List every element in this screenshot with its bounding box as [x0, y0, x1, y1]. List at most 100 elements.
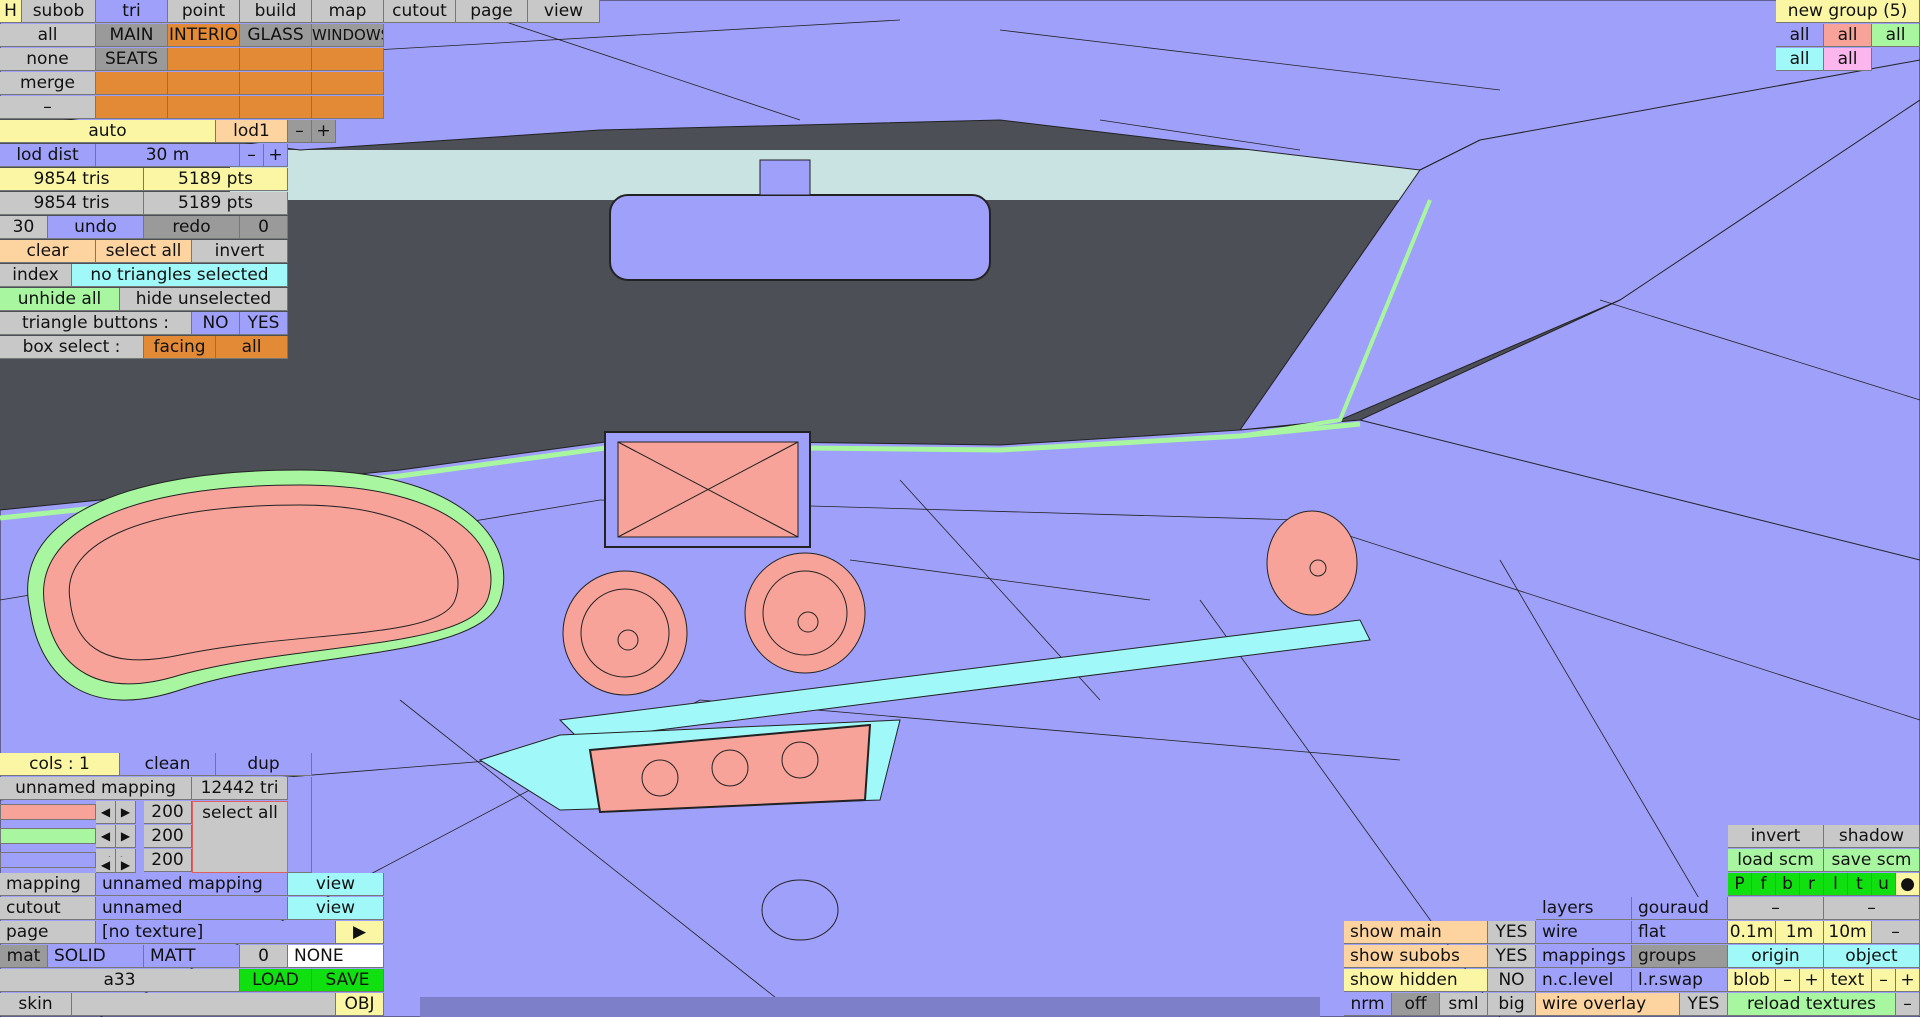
green-value[interactable]: 200: [144, 825, 192, 848]
lod-level[interactable]: lod1: [216, 120, 288, 143]
mappings-button[interactable]: mappings: [1536, 945, 1632, 968]
group-slot[interactable]: [240, 48, 312, 71]
play-icon[interactable]: ▶: [336, 921, 384, 944]
off-size-button[interactable]: off: [1392, 993, 1440, 1016]
mapping-value[interactable]: unnamed mapping: [96, 873, 288, 896]
view-top[interactable]: t: [1848, 873, 1872, 896]
group-slot[interactable]: [312, 48, 384, 71]
green-left-arrow[interactable]: ◀: [96, 825, 116, 848]
group-interio[interactable]: INTERIO: [168, 24, 240, 47]
select-all-tris-button[interactable]: select all: [96, 240, 192, 263]
mapping-name[interactable]: unnamed mapping: [0, 777, 192, 800]
mapping-view-button[interactable]: view: [288, 873, 384, 896]
big-size-button[interactable]: big: [1488, 993, 1536, 1016]
group-glass[interactable]: GLASS: [240, 24, 312, 47]
lod-dist-plus[interactable]: +: [264, 144, 288, 167]
undo-button[interactable]: undo: [48, 216, 144, 239]
red-channel-swatch[interactable]: [0, 804, 96, 820]
view-right[interactable]: r: [1800, 873, 1824, 896]
model-name[interactable]: a33: [0, 969, 240, 992]
clear-button[interactable]: clear: [0, 240, 96, 263]
reload-textures-button[interactable]: reload textures: [1728, 993, 1896, 1016]
groups-button[interactable]: groups: [1632, 945, 1728, 968]
material-value[interactable]: 0: [240, 945, 288, 968]
green-channel-swatch[interactable]: [0, 828, 96, 844]
grid-1m[interactable]: 1m: [1776, 921, 1824, 944]
blob-button[interactable]: blob: [1728, 969, 1776, 992]
hide-unselected-button[interactable]: hide unselected: [120, 288, 288, 311]
group-slot[interactable]: [240, 96, 312, 119]
material-solid[interactable]: SOLID: [48, 945, 144, 968]
view-perspective[interactable]: P: [1728, 873, 1752, 896]
alpha-left-arrow[interactable]: ◀: [96, 857, 116, 873]
nc-level-button[interactable]: n.c.level: [1536, 969, 1632, 992]
origin-button[interactable]: origin: [1728, 945, 1824, 968]
save-button[interactable]: SAVE: [312, 969, 384, 992]
blue-value[interactable]: 200: [144, 849, 192, 872]
lod-minus-button[interactable]: –: [288, 120, 312, 143]
red-right-arrow[interactable]: ▶: [116, 801, 136, 824]
tab-cutout[interactable]: cutout: [384, 0, 456, 23]
group-windows[interactable]: WINDOWS: [312, 24, 384, 47]
normal-size-button[interactable]: nrm: [1344, 993, 1392, 1016]
group-slot[interactable]: [96, 96, 168, 119]
object-button[interactable]: object: [1824, 945, 1920, 968]
lod-auto-button[interactable]: auto: [0, 120, 216, 143]
group-slot[interactable]: [168, 96, 240, 119]
load-button[interactable]: LOAD: [240, 969, 312, 992]
minus-button[interactable]: –: [0, 96, 96, 119]
text-plus[interactable]: +: [1896, 969, 1920, 992]
unhide-all-button[interactable]: unhide all: [0, 288, 120, 311]
cutout-value[interactable]: unnamed: [96, 897, 288, 920]
tab-view[interactable]: view: [528, 0, 600, 23]
green-right-arrow[interactable]: ▶: [116, 825, 136, 848]
obj-button[interactable]: OBJ: [336, 993, 384, 1016]
blue-channel-swatch[interactable]: [0, 852, 96, 868]
dup-button[interactable]: dup: [216, 753, 312, 776]
show-hidden-toggle[interactable]: show hidden: [1344, 969, 1488, 992]
triangle-buttons-no[interactable]: NO: [192, 312, 240, 335]
redo-button[interactable]: redo: [144, 216, 240, 239]
cols-button[interactable]: cols : 1: [0, 753, 120, 776]
show-subobs-toggle[interactable]: show subobs: [1344, 945, 1488, 968]
wire-overlay-toggle[interactable]: wire overlay: [1536, 993, 1680, 1016]
wire-button[interactable]: wire: [1536, 921, 1632, 944]
group-slot[interactable]: [168, 72, 240, 95]
group-all-pink[interactable]: all: [1824, 48, 1872, 71]
invert-normals-button[interactable]: invert: [1728, 825, 1824, 848]
small-size-button[interactable]: sml: [1440, 993, 1488, 1016]
load-scm-button[interactable]: load scm: [1728, 849, 1824, 872]
color-select-all-button[interactable]: select all: [192, 801, 288, 873]
red-value[interactable]: 200: [144, 801, 192, 824]
layers-button[interactable]: layers: [1536, 897, 1632, 920]
select-none-button[interactable]: none: [0, 48, 96, 71]
group-all-red[interactable]: all: [1824, 24, 1872, 47]
lod-dist-value[interactable]: 30 m: [96, 144, 240, 167]
view-back[interactable]: b: [1776, 873, 1800, 896]
index-button[interactable]: index: [0, 264, 72, 287]
show-hidden-value[interactable]: NO: [1488, 969, 1536, 992]
group-slot[interactable]: [168, 48, 240, 71]
wire-overlay-value[interactable]: YES: [1680, 993, 1728, 1016]
lod-plus-button[interactable]: +: [312, 120, 336, 143]
tab-point[interactable]: point: [168, 0, 240, 23]
triangle-buttons-yes[interactable]: YES: [240, 312, 288, 335]
gouraud-button[interactable]: gouraud: [1632, 897, 1728, 920]
text-minus[interactable]: –: [1872, 969, 1896, 992]
box-select-all[interactable]: all: [216, 336, 288, 359]
view-left[interactable]: l: [1824, 873, 1848, 896]
new-group-button[interactable]: new group (5): [1776, 0, 1920, 23]
grid-10m[interactable]: 10m: [1824, 921, 1872, 944]
group-all-blue[interactable]: all: [1776, 24, 1824, 47]
right-dash-right[interactable]: –: [1824, 897, 1920, 920]
select-all-button[interactable]: all: [0, 24, 96, 47]
blob-plus[interactable]: +: [1800, 969, 1824, 992]
group-slot[interactable]: [240, 72, 312, 95]
group-all-cyan[interactable]: all: [1776, 48, 1824, 71]
show-main-value[interactable]: YES: [1488, 921, 1536, 944]
grid-0-1m[interactable]: 0.1m: [1728, 921, 1776, 944]
flat-button[interactable]: flat: [1632, 921, 1728, 944]
blob-minus[interactable]: –: [1776, 969, 1800, 992]
material-none[interactable]: NONE: [288, 945, 384, 968]
view-front[interactable]: f: [1752, 873, 1776, 896]
